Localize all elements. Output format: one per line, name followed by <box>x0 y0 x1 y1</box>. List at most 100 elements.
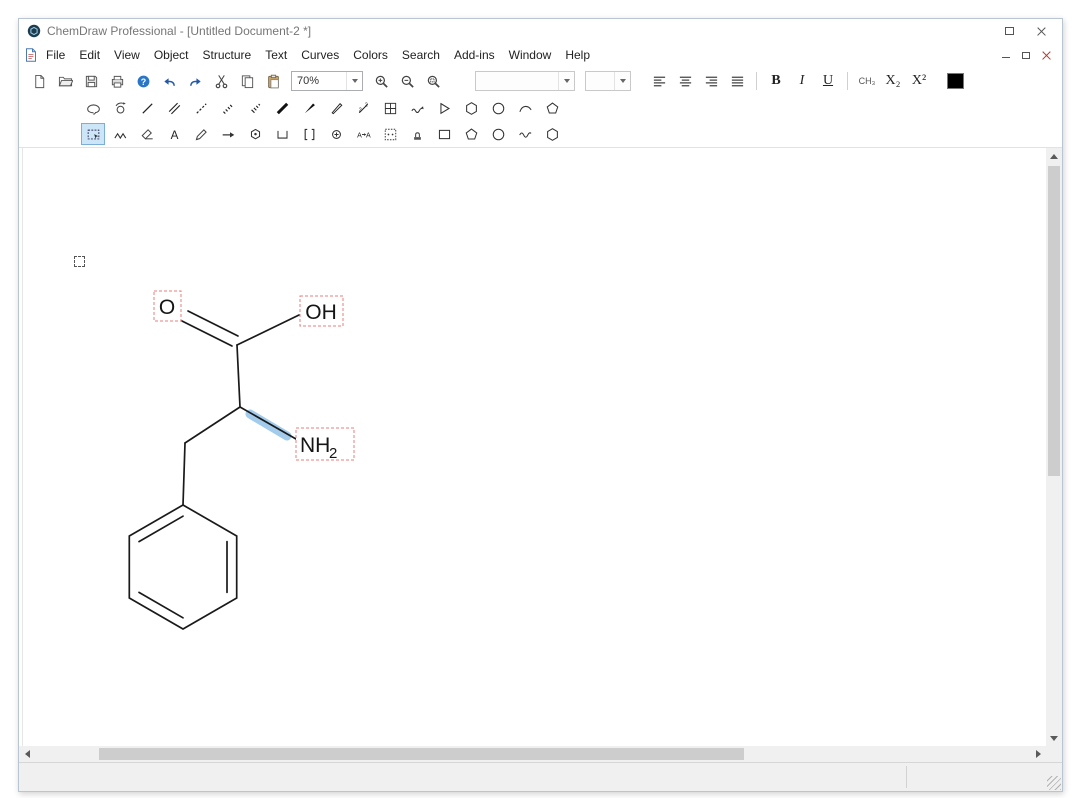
resize-grip[interactable] <box>1047 776 1061 790</box>
hollow-wedge-bond-tool[interactable] <box>324 97 348 119</box>
table-tool[interactable] <box>378 97 402 119</box>
save-button[interactable] <box>79 70 103 92</box>
bond-calpha-nh2[interactable] <box>239 406 297 440</box>
copy-button[interactable] <box>235 70 259 92</box>
hexagon-ring-tool[interactable] <box>459 97 483 119</box>
open-button[interactable] <box>53 70 77 92</box>
circle-ring-tool[interactable] <box>486 97 510 119</box>
hashed-wedge-bond-tool[interactable] <box>243 97 267 119</box>
document-canvas[interactable]: O OH NH 2 <box>19 148 1046 746</box>
menu-structure[interactable]: Structure <box>196 45 259 65</box>
zoom-combo[interactable]: 70% <box>291 71 363 91</box>
menu-help[interactable]: Help <box>558 45 597 65</box>
bold-button[interactable]: B <box>764 70 788 92</box>
align-right-button[interactable] <box>699 70 723 92</box>
atom-label-nh-subscript[interactable]: 2 <box>329 445 337 462</box>
zoom-in-button[interactable] <box>369 70 393 92</box>
cut-button[interactable] <box>209 70 233 92</box>
pentagon-ring-tool[interactable] <box>540 97 564 119</box>
lasso-tool[interactable] <box>81 97 105 119</box>
dropdown-arrow-icon[interactable] <box>558 72 574 90</box>
wave-shape-tool[interactable] <box>513 123 537 145</box>
scroll-left-button[interactable] <box>19 746 35 762</box>
query-bond-tool[interactable]: 22 <box>351 97 375 119</box>
zoom-out-button[interactable] <box>395 70 419 92</box>
template-tool[interactable] <box>243 123 267 145</box>
align-justify-button[interactable] <box>725 70 749 92</box>
atom-label-nh[interactable]: NH <box>300 434 330 457</box>
color-swatch-button[interactable] <box>943 70 967 92</box>
scroll-down-button[interactable] <box>1046 730 1062 746</box>
vertical-scroll-thumb[interactable] <box>1048 166 1060 476</box>
horizontal-scroll-thumb[interactable] <box>99 748 744 760</box>
menu-curves[interactable]: Curves <box>294 45 346 65</box>
menu-edit[interactable]: Edit <box>72 45 107 65</box>
chain-tool[interactable] <box>108 123 132 145</box>
superscript-button[interactable]: X² <box>907 70 931 92</box>
mdi-close-button[interactable] <box>1036 46 1056 64</box>
undo-button[interactable] <box>157 70 181 92</box>
bond-c-o-double-line2[interactable] <box>187 310 239 337</box>
atom-label-tool[interactable]: AA <box>351 123 375 145</box>
formula-button[interactable]: CH₃ <box>855 70 879 92</box>
benzene-ring[interactable] <box>128 504 238 630</box>
arrow-tool[interactable] <box>216 123 240 145</box>
dashed-bond-tool[interactable] <box>189 97 213 119</box>
paste-button[interactable] <box>261 70 285 92</box>
menu-file[interactable]: File <box>39 45 72 65</box>
font-combo[interactable] <box>475 71 575 91</box>
triangle-ring-tool[interactable] <box>432 97 456 119</box>
stamp-tool[interactable] <box>405 123 429 145</box>
dropdown-arrow-icon[interactable] <box>346 72 362 90</box>
hexagon-shape-tool[interactable] <box>540 123 564 145</box>
text-tool[interactable]: A <box>162 123 186 145</box>
bond-ch2-ring[interactable] <box>182 442 186 506</box>
bond-c-o-double-line1[interactable] <box>181 320 233 347</box>
help-button[interactable]: ? <box>131 70 155 92</box>
orbit-select-tool[interactable] <box>108 97 132 119</box>
menu-text[interactable]: Text <box>258 45 294 65</box>
marquee-tool[interactable] <box>81 123 105 145</box>
close-button[interactable] <box>1028 21 1054 41</box>
hashed-bond-tool[interactable] <box>216 97 240 119</box>
atom-label-oh[interactable]: OH <box>305 301 337 324</box>
align-left-button[interactable] <box>647 70 671 92</box>
underline-button[interactable]: U <box>816 70 840 92</box>
mdi-restore-button[interactable] <box>1016 46 1036 64</box>
scroll-up-button[interactable] <box>1046 148 1062 164</box>
subscript-button[interactable]: X₂ <box>881 70 905 92</box>
bond-calpha-ch2[interactable] <box>184 406 241 444</box>
solid-bond-tool[interactable] <box>135 97 159 119</box>
multiple-bond-tool[interactable] <box>162 97 186 119</box>
vertical-scrollbar[interactable] <box>1046 148 1062 746</box>
chemical-symbol-tool[interactable] <box>324 123 348 145</box>
atom-label-o[interactable]: O <box>159 296 175 319</box>
chemical-structure[interactable]: O OH NH 2 <box>19 148 1046 746</box>
wedge-bond-tool[interactable] <box>297 97 321 119</box>
new-document-button[interactable] <box>27 70 51 92</box>
wavy-bond-tool[interactable] <box>405 97 429 119</box>
maximize-button[interactable] <box>996 21 1022 41</box>
square-shape-tool[interactable] <box>432 123 456 145</box>
menu-object[interactable]: Object <box>147 45 196 65</box>
pen-tool[interactable] <box>189 123 213 145</box>
zoom-selection-button[interactable] <box>421 70 445 92</box>
bond-c-calpha[interactable] <box>236 344 241 408</box>
horizontal-scrollbar[interactable] <box>19 746 1046 762</box>
mdi-minimize-button[interactable] <box>996 46 1016 64</box>
bold-bond-tool[interactable] <box>270 97 294 119</box>
menu-addins[interactable]: Add-ins <box>447 45 502 65</box>
menu-view[interactable]: View <box>107 45 147 65</box>
pentagon-shape-tool[interactable] <box>459 123 483 145</box>
menu-search[interactable]: Search <box>395 45 447 65</box>
query-marquee-tool[interactable] <box>378 123 402 145</box>
brackets-pair-tool[interactable] <box>297 123 321 145</box>
arc-tool[interactable] <box>513 97 537 119</box>
scroll-right-button[interactable] <box>1030 746 1046 762</box>
align-center-button[interactable] <box>673 70 697 92</box>
ellipse-shape-tool[interactable] <box>486 123 510 145</box>
bracket-tool[interactable] <box>270 123 294 145</box>
italic-button[interactable]: I <box>790 70 814 92</box>
redo-button[interactable] <box>183 70 207 92</box>
bond-c-oh[interactable] <box>236 314 300 346</box>
